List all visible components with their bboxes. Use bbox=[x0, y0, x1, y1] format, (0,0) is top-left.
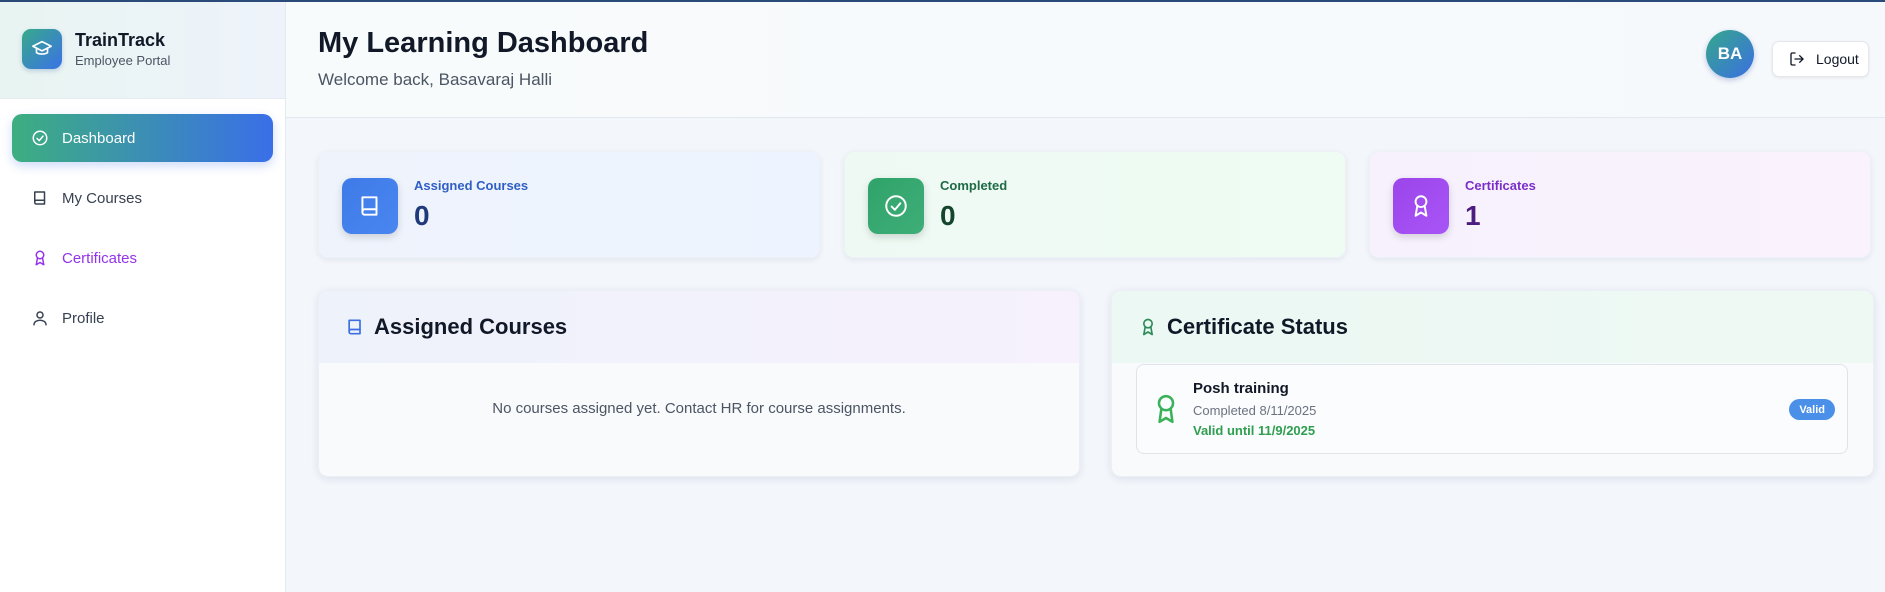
certificate-status-panel: Certificate Status Posh training Complet… bbox=[1111, 290, 1874, 477]
user-icon bbox=[30, 308, 50, 328]
panel-header: Certificate Status bbox=[1112, 291, 1873, 363]
brand-header: TrainTrack Employee Portal bbox=[0, 0, 285, 99]
book-icon bbox=[30, 188, 50, 208]
logout-button[interactable]: Logout bbox=[1772, 41, 1869, 77]
stat-card-completed: Completed 0 bbox=[844, 151, 1346, 258]
check-circle-icon bbox=[30, 128, 50, 148]
panel-title: Assigned Courses bbox=[374, 314, 568, 339]
logout-label: Logout bbox=[1816, 51, 1859, 67]
stat-value: 0 bbox=[414, 200, 430, 231]
sidebar-nav: Dashboard My Courses Certificates Profil… bbox=[0, 99, 285, 342]
stat-value: 1 bbox=[1465, 200, 1481, 231]
sidebar-item-label: Dashboard bbox=[62, 129, 136, 147]
book-icon bbox=[345, 317, 365, 337]
panel-title: Certificate Status bbox=[1167, 314, 1348, 339]
brand-name: TrainTrack bbox=[75, 29, 166, 50]
award-icon bbox=[30, 248, 50, 268]
avatar[interactable]: BA bbox=[1706, 30, 1754, 78]
stat-label: Certificates bbox=[1465, 178, 1536, 193]
logout-icon bbox=[1789, 51, 1805, 67]
empty-state-message: No courses assigned yet. Contact HR for … bbox=[492, 400, 906, 417]
sidebar-item-label: My Courses bbox=[62, 189, 143, 207]
stat-value: 0 bbox=[940, 200, 956, 231]
certificate-completed-date: Completed 8/11/2025 bbox=[1193, 403, 1317, 418]
sidebar-item-label: Certificates bbox=[62, 249, 138, 267]
certificate-valid-until: Valid until 11/9/2025 bbox=[1193, 423, 1316, 438]
award-icon bbox=[1138, 317, 1158, 337]
certificate-item[interactable]: Posh training Completed 8/11/2025 Valid … bbox=[1136, 364, 1848, 454]
sidebar-item-profile[interactable]: Profile bbox=[12, 294, 273, 342]
sidebar-item-dashboard[interactable]: Dashboard bbox=[12, 114, 273, 162]
stat-label: Completed bbox=[940, 178, 1008, 193]
award-icon bbox=[1152, 392, 1180, 431]
page-header: My Learning Dashboard Welcome back, Basa… bbox=[286, 0, 1885, 118]
sidebar-item-label: Profile bbox=[62, 309, 105, 327]
welcome-message: Welcome back, Basavaraj Halli bbox=[318, 70, 552, 89]
sidebar-item-my-courses[interactable]: My Courses bbox=[12, 174, 273, 222]
assigned-courses-panel: Assigned Courses No courses assigned yet… bbox=[318, 290, 1080, 477]
stat-label: Assigned Courses bbox=[414, 178, 529, 193]
check-circle-icon bbox=[868, 178, 924, 234]
brand-subtitle: Employee Portal bbox=[75, 52, 171, 68]
stat-card-certificates: Certificates 1 bbox=[1369, 151, 1871, 258]
award-icon bbox=[1393, 178, 1449, 234]
book-icon bbox=[342, 178, 398, 234]
sidebar: TrainTrack Employee Portal Dashboard My … bbox=[0, 0, 286, 592]
sidebar-item-certificates[interactable]: Certificates bbox=[12, 234, 273, 282]
graduation-cap-icon bbox=[22, 29, 62, 69]
top-accent-line bbox=[0, 0, 1885, 2]
panel-header: Assigned Courses bbox=[319, 291, 1079, 363]
certificate-name: Posh training bbox=[1193, 380, 1289, 397]
stat-card-assigned-courses: Assigned Courses 0 bbox=[318, 151, 820, 258]
page-title: My Learning Dashboard bbox=[318, 27, 649, 59]
status-badge: Valid bbox=[1789, 399, 1835, 420]
